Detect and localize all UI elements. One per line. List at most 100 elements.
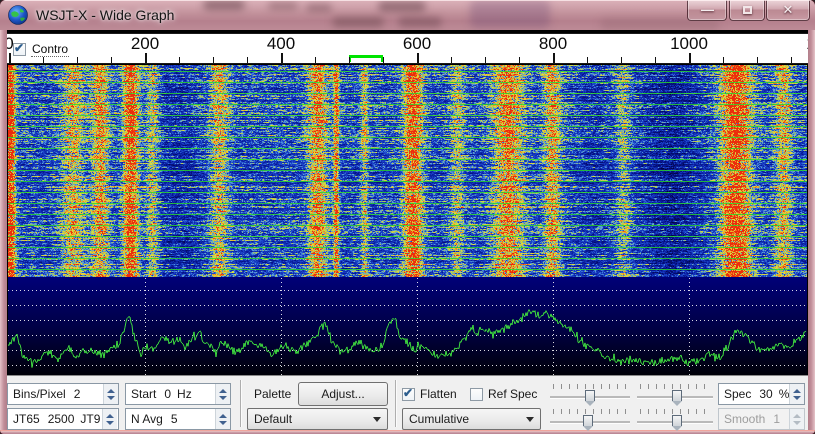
spinner-arrows-icon[interactable]	[215, 384, 230, 404]
slider-thumb[interactable]	[672, 415, 682, 426]
desktop-reflection-blob	[398, 17, 442, 27]
desktop-reflection-blob	[470, 0, 550, 28]
controls-checkbox-label: Contro	[31, 42, 69, 57]
scale-tick	[247, 57, 248, 63]
jt65-jt9-split-spinbox[interactable]: JT65 2500 JT9	[7, 408, 119, 430]
scale-tick	[349, 57, 350, 63]
spinner-arrows-icon[interactable]	[103, 384, 118, 404]
desktop-reflection-blob	[203, 0, 245, 10]
rx-frequency-marker	[349, 55, 383, 62]
start-value: 0	[164, 387, 171, 401]
display-mode-select[interactable]: Cumulative	[402, 408, 541, 430]
desktop-reflection-blob	[378, 1, 426, 12]
panel-separator	[240, 380, 241, 427]
dropdown-arrow-icon	[526, 417, 534, 422]
scale-tick	[77, 57, 78, 63]
display-mode-value: Cumulative	[409, 412, 469, 426]
ref-spec-checkbox-box[interactable]	[470, 388, 483, 401]
slider-thumb[interactable]	[672, 390, 682, 401]
ref-spec-label: Ref Spec	[488, 387, 537, 401]
spec-percent-spinbox[interactable]: Spec 30 %	[718, 383, 805, 405]
slider-ticks	[553, 409, 627, 414]
scale-tick	[179, 57, 180, 63]
scale-tick-label: 400	[267, 34, 295, 54]
start-hz-spinbox[interactable]: Start 0 Hz	[125, 383, 231, 405]
window-frame-right	[808, 30, 815, 430]
flatten-checkbox[interactable]: ✔ Flatten	[402, 383, 457, 405]
scale-tick	[9, 53, 11, 63]
scale-tick-label: 200	[131, 34, 159, 54]
flatten-checkbox-box[interactable]: ✔	[402, 388, 415, 401]
scale-tick-label: 600	[403, 34, 431, 54]
bins-per-pixel-spinbox[interactable]: Bins/Pixel 2	[7, 383, 119, 405]
spinner-arrows-icon[interactable]	[215, 409, 230, 429]
scale-tick	[791, 57, 792, 63]
adjust-button[interactable]: Adjust...	[298, 382, 388, 406]
minimize-icon: —	[701, 0, 713, 19]
spec-value: 30	[759, 387, 772, 401]
scale-tick	[519, 57, 520, 63]
n-avg-label: N Avg	[131, 412, 163, 426]
controls-checkbox-box[interactable]: ✔	[13, 43, 26, 56]
spectrum-zero-slider[interactable]	[637, 408, 713, 430]
frequency-scale[interactable]: ✔Contro 020040060080010001200	[7, 33, 808, 64]
spec-label: Spec	[724, 387, 751, 401]
rx-marker-bar	[349, 55, 383, 58]
scale-tick	[383, 57, 384, 63]
controls-checkbox[interactable]: ✔ Contro	[13, 42, 69, 56]
smooth-value: 1	[773, 412, 780, 426]
waterfall-gain-slider[interactable]	[550, 383, 630, 405]
n-avg-spinbox[interactable]: N Avg 5	[125, 408, 231, 430]
n-avg-value: 5	[171, 412, 178, 426]
title-bar[interactable]: WSJT-X - Wide Graph — ✕	[0, 0, 815, 30]
scale-tick	[655, 57, 656, 63]
scale-tick	[723, 57, 724, 63]
check-icon: ✔	[14, 41, 24, 55]
scale-tick	[213, 57, 214, 63]
spinner-arrows-icon	[789, 409, 804, 429]
bins-per-pixel-label: Bins/Pixel	[13, 387, 66, 401]
scale-tick	[485, 57, 486, 63]
scale-tick	[281, 53, 283, 63]
slider-ticks	[553, 384, 627, 389]
close-button[interactable]: ✕	[766, 0, 810, 21]
scale-tick	[145, 53, 147, 63]
slider-thumb[interactable]	[583, 415, 593, 426]
slider-thumb[interactable]	[585, 390, 595, 401]
maximize-icon	[743, 6, 752, 14]
waterfall-display[interactable]	[8, 65, 807, 277]
palette-label: Palette	[254, 383, 291, 405]
spinner-arrows-icon[interactable]	[789, 384, 804, 404]
slider-ticks	[640, 384, 710, 389]
scale-tick	[451, 57, 452, 63]
spectrum-gain-slider[interactable]	[550, 408, 630, 430]
flatten-label: Flatten	[420, 387, 457, 401]
waterfall-zero-slider[interactable]	[637, 383, 713, 405]
palette-select[interactable]: Default	[247, 408, 388, 430]
scale-tick-label: 0	[7, 34, 14, 54]
wide-graph-client: ✔Contro 020040060080010001200 Bins/Pixel…	[7, 30, 808, 430]
smooth-spinbox[interactable]: Smooth 1	[718, 408, 805, 430]
scale-tick	[621, 57, 622, 63]
window-title: WSJT-X - Wide Graph	[36, 0, 174, 30]
minimize-button[interactable]: —	[687, 0, 727, 21]
close-icon: ✕	[783, 0, 794, 19]
panel-separator	[395, 380, 396, 427]
spectrum-display[interactable]	[8, 277, 807, 375]
scale-tick	[417, 53, 419, 63]
scale-tick-label: 1200	[806, 34, 808, 54]
spinner-arrows-icon[interactable]	[102, 409, 117, 429]
slider-ticks	[640, 409, 710, 414]
bins-per-pixel-value: 2	[74, 387, 81, 401]
ref-spec-checkbox[interactable]: Ref Spec	[470, 383, 537, 405]
check-icon: ✔	[403, 386, 413, 400]
palette-select-value: Default	[254, 412, 292, 426]
start-label: Start	[131, 387, 156, 401]
maximize-button[interactable]	[729, 0, 765, 21]
start-unit: Hz	[177, 387, 192, 401]
scale-tick	[689, 53, 691, 63]
dropdown-arrow-icon	[373, 417, 381, 422]
control-panel: Bins/Pixel 2 Start 0 Hz Palette Adjust..…	[7, 375, 808, 430]
jt65-label: JT65	[13, 412, 40, 426]
scale-tick-label: 1000	[670, 34, 708, 54]
